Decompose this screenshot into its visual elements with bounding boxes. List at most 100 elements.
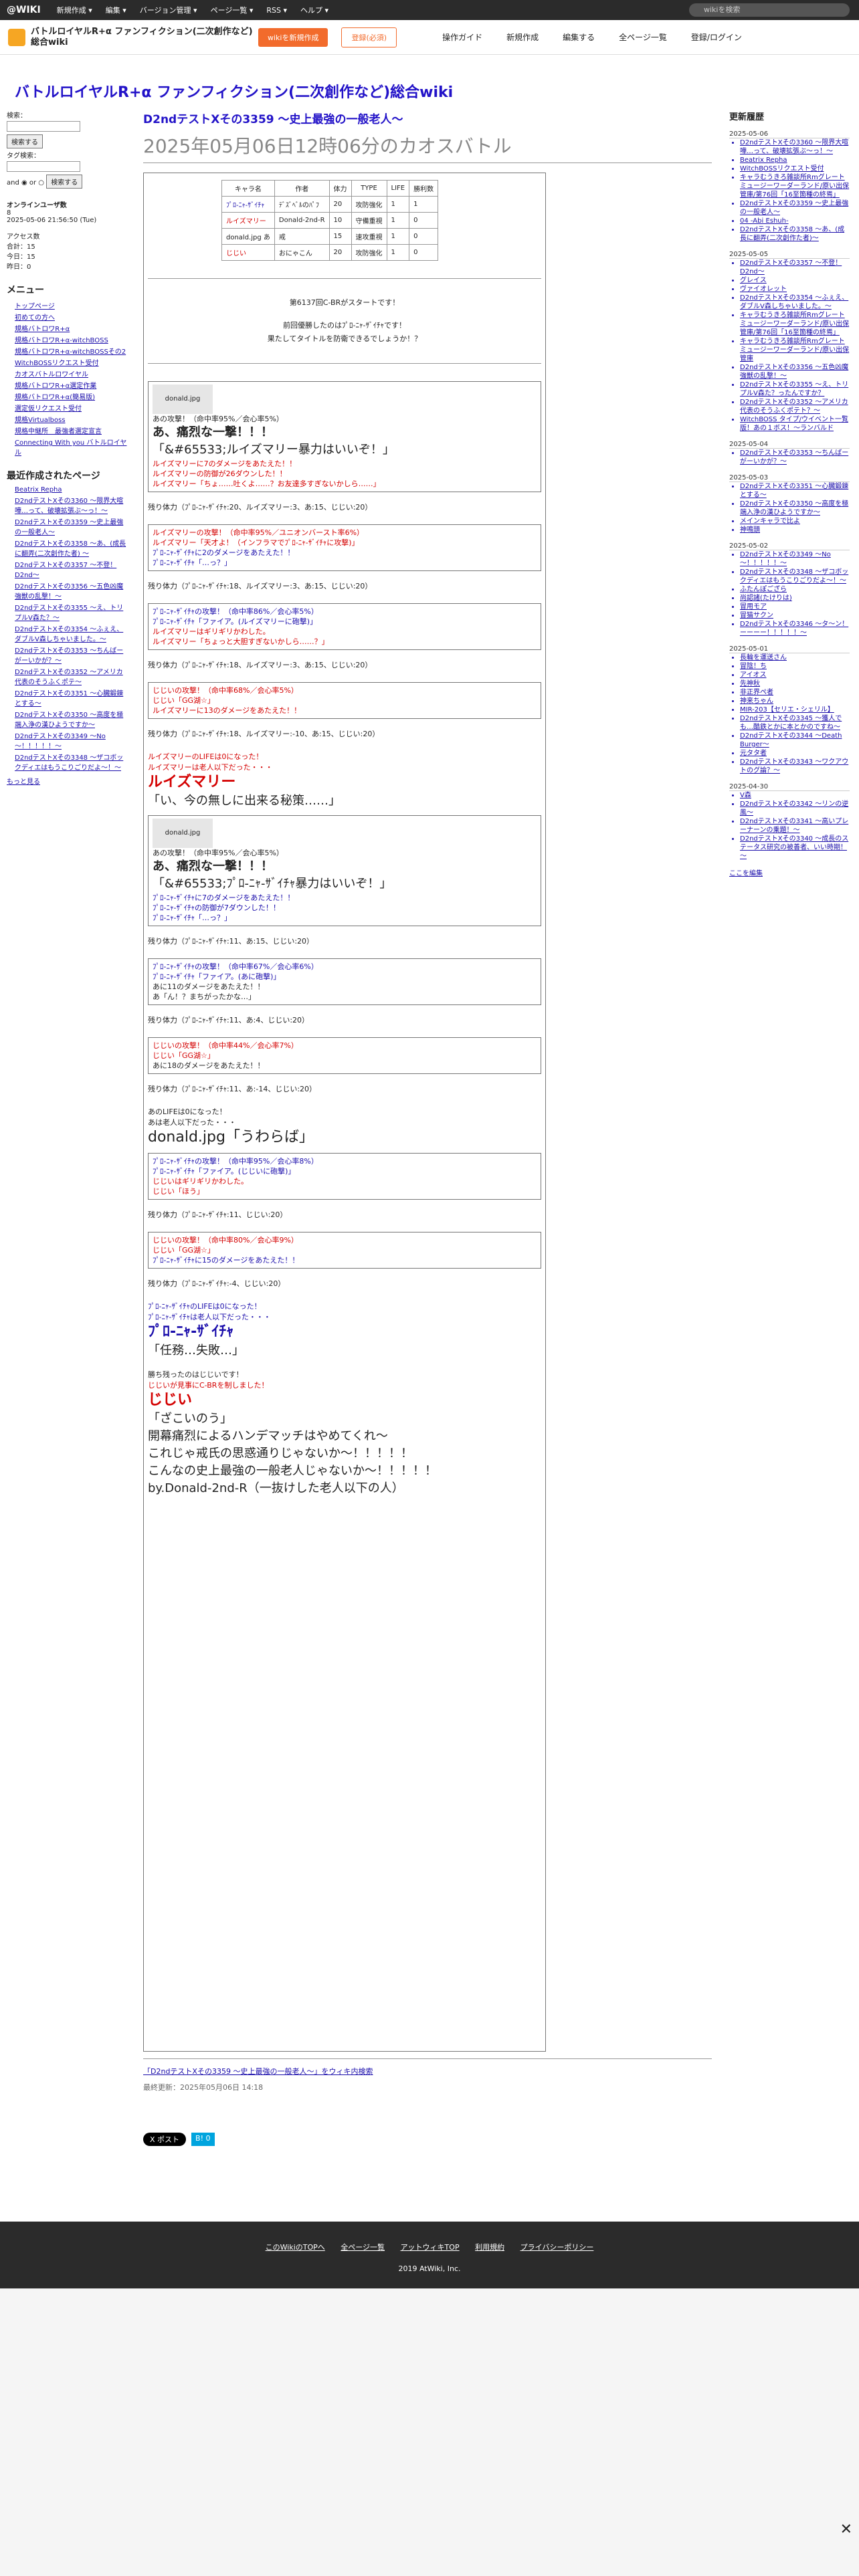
history-item[interactable]: D2ndテストXその3350 ～高度を極端入浄の漢ひようですか～ [740, 500, 850, 517]
menu-version[interactable]: バージョン管理 ▾ [133, 5, 204, 15]
tag-input[interactable] [7, 161, 80, 172]
footer-link[interactable]: アットウィキTOP [401, 2243, 460, 2252]
edit-here-link[interactable]: ここを編集 [729, 867, 850, 877]
close-icon[interactable]: ✕ [840, 2521, 852, 2538]
recent-item[interactable]: D2ndテストXその3360 ～限界大喧嘩…って、破壊拡張ぶ～っ！～ [15, 495, 127, 515]
history-item[interactable]: D2ndテストXその3358 ～あ、(成長に翻弄(二次創作た者)～ [740, 225, 850, 243]
history-item[interactable]: WitchBOSS タイプ/ウイベント一覧版！あの１ボス！～ランバルド [740, 415, 850, 433]
menu-item[interactable]: 規格Virtualboss [15, 414, 127, 424]
tag-search-button[interactable]: 検索する [46, 175, 83, 189]
history-item[interactable]: 神鳴頭 [740, 526, 850, 534]
footer-link[interactable]: このWikiのTOPへ [266, 2243, 325, 2252]
recent-item[interactable]: D2ndテストXその3357 ～不登！D2nd～ [15, 559, 127, 579]
history-item[interactable]: キャラむうきろ雑談所Rmグレートミュージーワーダーランド/原い出保管庫/第76回… [740, 311, 850, 337]
history-item[interactable]: D2ndテストXその3348 ～ザコボックディエはもうこりごりだよ～！～ [740, 568, 850, 585]
recent-item[interactable]: D2ndテストXその3356 ～五色凶魔 強獣の乱撃！～ [15, 580, 127, 601]
recent-item[interactable]: D2ndテストXその3358 ～あ、(成長に翻弄(二次創作た者) ～ [15, 538, 127, 558]
history-item[interactable]: 神来ちゃん [740, 697, 850, 706]
history-item[interactable]: D2ndテストXその3349 ～No～！！！！！～ [740, 550, 850, 568]
tool-new[interactable]: 新規作成 [506, 31, 539, 43]
menu-item[interactable]: 選定仮リクエスト受付 [15, 403, 127, 413]
menu-item[interactable]: Connecting With you バトルロイヤル [15, 437, 127, 457]
history-item[interactable]: キャラむうきろ雑談所Rmグレートミュージーワーダーランド/原い出保管庫/第76回… [740, 173, 850, 199]
history-item[interactable]: D2ndテストXその3352 ～アメリカ代表のそうふくポテト？～ [740, 398, 850, 415]
history-item[interactable]: キャラむうきろ雑談所Rmグレートミュージーワーダーランド/原い出保管庫 [740, 337, 850, 363]
history-item[interactable]: 04 -Abi Eshuh- [740, 217, 850, 225]
recent-item[interactable]: Beatrix Repha [15, 486, 127, 494]
history-item[interactable]: D2ndテストXその3351 ～心臓鍛錬とする～ [740, 482, 850, 500]
share-hatena-button[interactable]: B! 0 [191, 2133, 215, 2146]
global-search-input[interactable]: wikiを検索 [689, 3, 850, 17]
menu-item[interactable]: 規格バトロワR+α [15, 323, 127, 333]
footer-link[interactable]: 全ページ一覧 [341, 2243, 385, 2252]
menu-item[interactable]: 規格バトロワR+α選定作業 [15, 380, 127, 390]
menu-item[interactable]: トップページ [15, 300, 127, 310]
menu-item[interactable]: 規格バトロワR+α-witchBOSSその2 [15, 346, 127, 356]
footer-link[interactable]: 利用規約 [475, 2243, 504, 2252]
recent-item[interactable]: D2ndテストXその3354 ～ふぇえ、ダブルV森しちゃいました。～ [15, 623, 127, 643]
menu-item[interactable]: 規格バトロワR+α(簡易版) [15, 391, 127, 401]
tool-allpages[interactable]: 全ページ一覧 [619, 31, 667, 43]
history-item[interactable]: D2ndテストXその3354 ～ふぇえ、ダブルV森しちゃいました。～ [740, 294, 850, 311]
menu-item[interactable]: 規格中継所 最強者選定宣言 [15, 425, 127, 435]
tool-edit[interactable]: 編集する [563, 31, 595, 43]
history-item[interactable]: D2ndテストXその3344 ～Death Burger～ [740, 732, 850, 749]
recent-item[interactable]: D2ndテストXその3351 ～心臓鍛錬とする～ [15, 687, 127, 708]
atwiki-logo[interactable]: @WIKI [0, 5, 50, 15]
history-item[interactable]: 長輪を運送さん [740, 653, 850, 662]
history-item[interactable]: D2ndテストXその3341 ～高いプレーナーンの乗題！～ [740, 817, 850, 835]
menu-item[interactable]: 規格バトロワR+α-witchBOSS [15, 334, 127, 344]
history-item[interactable]: 尚認諸(たけりは) [740, 594, 850, 603]
share-x-button[interactable]: X ポスト [143, 2133, 187, 2146]
footer-link[interactable]: プライバシーポリシー [520, 2243, 594, 2252]
history-item[interactable]: D2ndテストXその3360 ～限界大喧嘩…って、破壊拡張ぶ～っ！～ [740, 138, 850, 156]
history-item[interactable]: 非正界ぺ者 [740, 688, 850, 697]
register-button[interactable]: 登録(必須) [341, 27, 397, 47]
menu-rss[interactable]: RSS ▾ [260, 6, 294, 15]
recent-item[interactable]: D2ndテストXその3349 ～No～！！！！！～ [15, 730, 127, 750]
recent-item[interactable]: D2ndテストXその3352 ～アメリカ代表のそうふくポテ～ [15, 666, 127, 686]
recent-item[interactable]: D2ndテストXその3359 ～史上最強の一般老人～ [15, 516, 127, 536]
history-item[interactable]: 冒猫サクン [740, 611, 850, 620]
site-name[interactable]: バトルロイヤルR+α ファンフィクション(二次創作など)総合wiki [31, 27, 258, 48]
history-item[interactable]: D2ndテストXその3342 ～リンの逆風～ [740, 800, 850, 817]
history-item[interactable]: D2ndテストXその3343 ～ワクアウトのグ論？～ [740, 758, 850, 775]
recent-item[interactable]: D2ndテストXその3355 ～え、トリプルV森た？～ [15, 602, 127, 622]
history-item[interactable]: 冒用モア [740, 603, 850, 611]
recent-item[interactable]: D2ndテストXその3353 ～ちんばーがーいかが？～ [15, 645, 127, 665]
history-item[interactable]: Beatrix Repha [740, 156, 850, 165]
history-item[interactable]: アイオス [740, 671, 850, 679]
history-item[interactable]: グレイス [740, 276, 850, 285]
search-button[interactable]: 検索する [7, 134, 43, 148]
history-item[interactable]: 元タタ者 [740, 749, 850, 758]
menu-item[interactable]: カオスバトルロワイヤル [15, 368, 127, 379]
wiki-title[interactable]: バトルロイヤルR+α ファンフィクション(二次創作など)総合wiki [15, 80, 453, 102]
history-item[interactable]: D2ndテストXその3356 ～五色凶魔 強獣の乱撃！～ [740, 363, 850, 381]
menu-new[interactable]: 新規作成 ▾ [50, 5, 99, 15]
search-input[interactable] [7, 121, 80, 132]
create-wiki-button[interactable]: wikiを新規作成 [258, 27, 328, 47]
more-link[interactable]: もっと見る [7, 776, 127, 786]
history-item[interactable]: 先神秋 [740, 679, 850, 688]
history-item[interactable]: ヴァイオレット [740, 285, 850, 294]
history-item[interactable]: WitchBOSSリクエスト受付 [740, 165, 850, 173]
and-or-toggle[interactable]: and ◉ or ○ [7, 179, 44, 187]
history-item[interactable]: D2ndテストXその3357 ～不登！D2nd～ [740, 259, 850, 276]
recent-item[interactable]: D2ndテストXその3350 ～高度を極端入浄の漢ひようですか～ [15, 709, 127, 729]
tool-login[interactable]: 登録/ログイン [691, 31, 742, 43]
menu-item[interactable]: WitchBOSSリクエスト受付 [15, 357, 127, 367]
wiki-search-link[interactable]: 「D2ndテストXその3359 ～史上最強の一般老人～」をウィキ内検索 [143, 2067, 373, 2076]
history-item[interactable]: D2ndテストXその3355 ～え、トリプルV森た？ったんですか？ [740, 381, 850, 398]
history-item[interactable]: MIR-203【セリエ・シェリル】 [740, 706, 850, 714]
history-item[interactable]: V森 [740, 791, 850, 800]
history-item[interactable]: D2ndテストXその3359 ～史上最強の一般老人～ [740, 199, 850, 217]
history-item[interactable]: ふたんぽござら [740, 585, 850, 594]
history-item[interactable]: D2ndテストXその3340 ～成長のステータス研究の被善者、いい時期！～ [740, 835, 850, 861]
history-item[interactable]: メインキャラで比よ [740, 517, 850, 526]
menu-edit[interactable]: 編集 ▾ [99, 5, 133, 15]
history-item[interactable]: D2ndテストXその3346 ～タ～ン！ーーーー！！！！！～ [740, 620, 850, 637]
history-item[interactable]: 冒陰！ち [740, 662, 850, 671]
menu-help[interactable]: ヘルプ ▾ [294, 5, 335, 15]
recent-item[interactable]: D2ndテストXその3348 ～ザコボックディエはもうこりごりだよ～！～ [15, 752, 127, 772]
history-item[interactable]: D2ndテストXその3353 ～ちんばーがーいかが？～ [740, 449, 850, 466]
